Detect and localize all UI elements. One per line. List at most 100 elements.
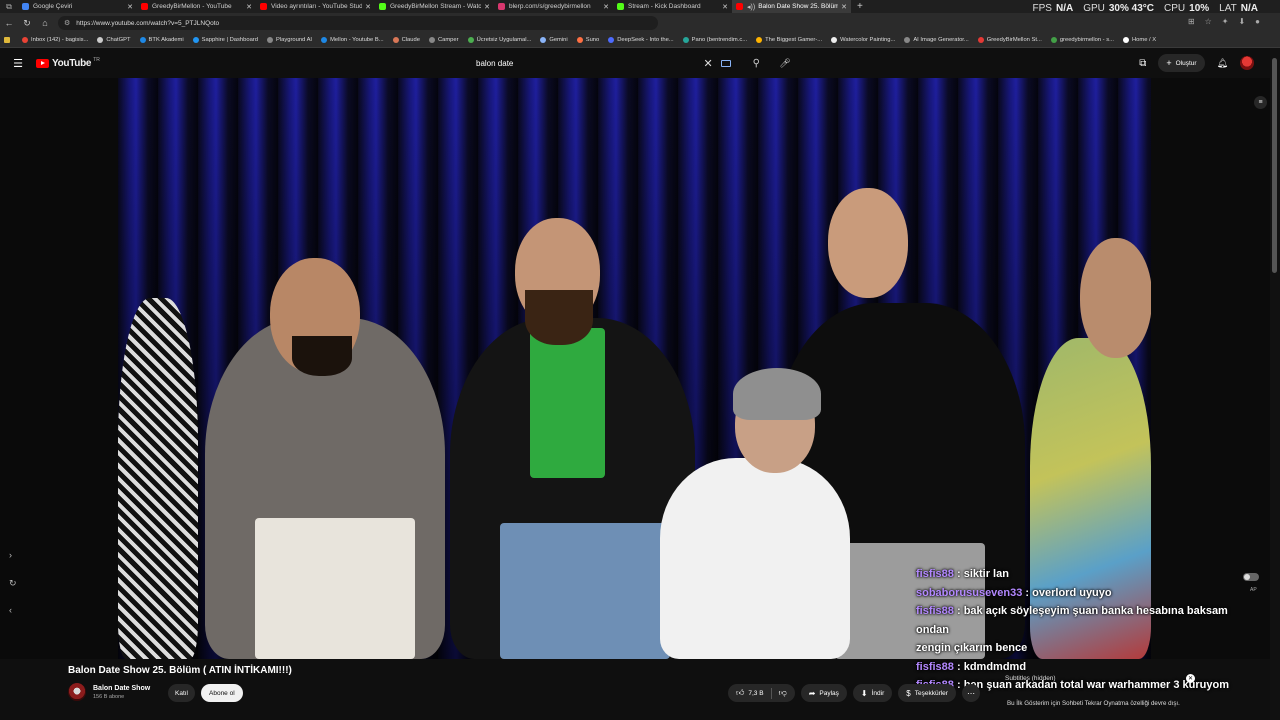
replay-icon[interactable]: ↻: [9, 578, 17, 589]
tab-youtube-channel[interactable]: GreedyBirMellon - YouTube ✕: [137, 0, 256, 13]
tab-close-icon[interactable]: ✕: [841, 3, 847, 11]
close-subtitles-icon[interactable]: ✕: [1186, 674, 1195, 683]
bookmark-favicon: [467, 37, 474, 43]
bookmark-label: Playground AI: [275, 37, 313, 43]
bookmark-item[interactable]: Inbox (142) - bagisis...: [22, 37, 88, 43]
create-button[interactable]: + Oluştur: [1158, 54, 1205, 72]
tab-youtube-studio[interactable]: Video ayrıntıları - YouTube Studio ✕: [256, 0, 375, 13]
bookmark-item[interactable]: Mellon - Youtube B...: [321, 37, 384, 43]
install-app-icon[interactable]: ⊞: [1188, 17, 1195, 26]
tab-blerp[interactable]: blerp.com/s/greedybirmellon ✕: [494, 0, 613, 13]
bookmark-item[interactable]: AI Image Generator...: [904, 37, 969, 43]
bookmark-favicon: [682, 37, 689, 43]
bookmark-item[interactable]: Camper: [428, 37, 459, 43]
tab-kick-stream[interactable]: GreedyBirMellon Stream - Watch ✕: [375, 0, 494, 13]
clear-search-icon[interactable]: ✕: [703, 57, 712, 70]
thumbs-up-icon[interactable]: 👍︎: [736, 688, 744, 698]
reload-icon[interactable]: ↻: [18, 13, 36, 33]
thumbs-down-icon[interactable]: 👎︎: [779, 688, 787, 698]
bookmark-item[interactable]: greedybirmellon - s...: [1050, 37, 1114, 43]
bookmark-item[interactable]: GreedyBirMellon St...: [977, 37, 1042, 43]
bookmark-item[interactable]: BTK Akademi: [139, 37, 184, 43]
tab-close-icon[interactable]: ✕: [246, 3, 252, 11]
thanks-button[interactable]: $ Teşekkürler: [898, 684, 956, 702]
bookmark-item[interactable]: Sapphire | Dashboard: [192, 37, 258, 43]
cast-icon[interactable]: ⧉: [1139, 58, 1146, 69]
join-button[interactable]: Katıl: [168, 684, 196, 702]
search-box[interactable]: balon date ✕ ⚲: [468, 53, 768, 73]
page-scrollbar[interactable]: [1270, 48, 1280, 720]
bookmark-favicon: [608, 37, 615, 43]
scrollbar-thumb[interactable]: [1272, 58, 1277, 273]
like-count[interactable]: 7,3 B: [748, 690, 763, 697]
tab-title: blerp.com/s/greedybirmellon: [509, 3, 591, 10]
super-thanks-icon: $: [906, 688, 911, 698]
bookmark-star-icon[interactable]: ☆: [1205, 17, 1212, 26]
bookmark-item[interactable]: Suno: [576, 37, 599, 43]
extensions-icon[interactable]: ✦: [1222, 17, 1229, 26]
bookmark-label: Ücretsiz Uygulamal...: [476, 37, 532, 43]
share-button[interactable]: ➦ Paylaş: [800, 684, 847, 702]
bookmark-item[interactable]: Gemini: [540, 37, 568, 43]
tab-close-icon[interactable]: ✕: [603, 3, 609, 11]
tab-kick-dashboard[interactable]: Stream - Kick Dashboard ✕: [613, 0, 732, 13]
chat-username: fisfis88: [916, 660, 954, 673]
channel-info[interactable]: Balon Date Show 156 B abone: [68, 683, 150, 701]
channel-avatar[interactable]: [68, 683, 86, 701]
tab-audio-icon[interactable]: ◂)): [747, 3, 755, 11]
bookmark-favicon: [831, 37, 838, 43]
bookmark-label: BTK Akademi: [148, 37, 184, 43]
bookmark-folder-icon[interactable]: [4, 37, 13, 43]
address-bar[interactable]: ⚙ https://www.youtube.com/watch?v=5_PTJL…: [58, 16, 658, 30]
bookmark-favicon: [1050, 37, 1057, 43]
channel-name[interactable]: Balon Date Show: [93, 685, 150, 692]
bookmark-label: Claude: [401, 37, 420, 43]
chat-replay-notice: Bu İlk Gösterim için Sohbeti Tekrar Oyna…: [1007, 700, 1180, 707]
search-input[interactable]: balon date: [476, 59, 703, 68]
tab-title: Balon Date Show 25. Bölüm: [758, 3, 839, 10]
tab-favicon: [22, 3, 29, 10]
microphone-icon[interactable]: 🎤︎: [778, 55, 792, 71]
subscribe-button[interactable]: Abone ol: [201, 684, 243, 702]
bookmark-favicon: [266, 37, 273, 43]
collapse-chevron-icon[interactable]: ‹: [9, 605, 12, 615]
youtube-play-icon: [36, 58, 49, 68]
bookmark-item[interactable]: Pano (bentrendim.c...: [682, 37, 747, 43]
home-icon[interactable]: ⌂: [36, 13, 54, 33]
site-info-icon[interactable]: ⚙: [64, 19, 70, 27]
hamburger-menu-icon[interactable]: ☰: [0, 48, 36, 78]
page-menu-icon[interactable]: ≡: [1254, 96, 1267, 109]
account-avatar[interactable]: [1240, 56, 1254, 70]
bookmark-item[interactable]: The Biggest Gamer-...: [756, 37, 822, 43]
profile-icon[interactable]: ●: [1255, 17, 1260, 26]
tab-close-icon[interactable]: ✕: [127, 3, 133, 11]
more-actions-icon[interactable]: ⋯: [961, 684, 980, 702]
bookmark-item[interactable]: Home / X: [1122, 37, 1156, 43]
tab-balon-date-show[interactable]: ◂)) Balon Date Show 25. Bölüm ✕: [732, 0, 851, 13]
window-menu-icon[interactable]: ⧉: [0, 0, 18, 13]
bookmark-label: Watercolor Painting...: [840, 37, 896, 43]
bookmark-item[interactable]: DeepSeek - Into the...: [608, 37, 674, 43]
bookmark-favicon: [576, 37, 583, 43]
tab-google-translate[interactable]: Google Çeviri ✕: [18, 0, 137, 13]
download-button[interactable]: ⬇ İndir: [852, 684, 893, 702]
downloads-icon[interactable]: ⬇: [1238, 17, 1245, 26]
bookmark-favicon: [428, 37, 435, 43]
bookmark-item[interactable]: ChatGPT: [97, 37, 131, 43]
bookmark-item[interactable]: Watercolor Painting...: [831, 37, 895, 43]
bookmark-item[interactable]: Ücretsiz Uygulamal...: [467, 37, 532, 43]
tab-close-icon[interactable]: ✕: [484, 3, 490, 11]
new-tab-button[interactable]: +: [851, 1, 869, 12]
back-arrow-icon[interactable]: ←: [0, 13, 18, 33]
search-icon[interactable]: ⚲: [753, 58, 760, 69]
tab-close-icon[interactable]: ✕: [365, 3, 371, 11]
expand-chevron-icon[interactable]: ›: [9, 550, 12, 560]
notifications-bell-icon[interactable]: 🔔︎: [1217, 58, 1228, 69]
video-actions: 👍︎ 7,3 B 👎︎ ➦ Paylaş ⬇ İndir $ Teşekkürl…: [728, 684, 980, 702]
tab-close-icon[interactable]: ✕: [722, 3, 728, 11]
bookmark-item[interactable]: Claude: [392, 37, 420, 43]
tab-favicon: [617, 3, 624, 10]
keyboard-icon[interactable]: [720, 59, 731, 67]
bookmark-item[interactable]: Playground AI: [266, 37, 313, 43]
youtube-logo[interactable]: YouTube TR: [36, 57, 100, 69]
